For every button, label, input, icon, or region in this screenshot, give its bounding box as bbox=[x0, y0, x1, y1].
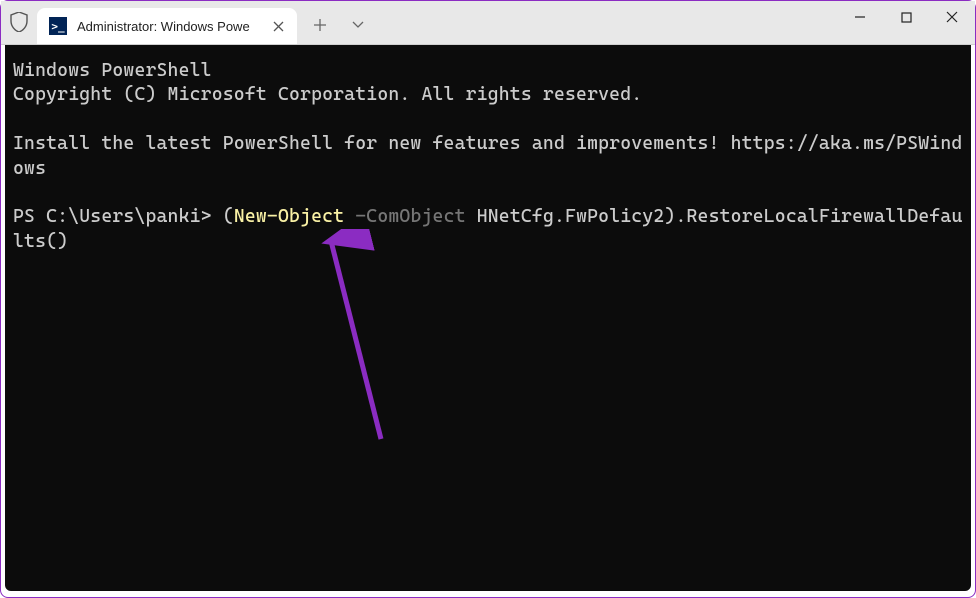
cmd-text bbox=[466, 206, 477, 227]
tab-powershell[interactable]: >_ Administrator: Windows Powe bbox=[37, 8, 297, 44]
window-controls bbox=[837, 1, 975, 37]
terminal-header-2: Copyright (C) Microsoft Corporation. All… bbox=[13, 84, 642, 105]
cmd-text bbox=[344, 206, 355, 227]
cmd-param: -ComObject bbox=[355, 206, 465, 227]
cmd-cmdlet: New-Object bbox=[234, 206, 344, 227]
maximize-button[interactable] bbox=[883, 1, 929, 33]
minimize-button[interactable] bbox=[837, 1, 883, 33]
shield-icon bbox=[1, 0, 37, 44]
close-tab-icon[interactable] bbox=[269, 17, 287, 35]
prompt: PS C:\Users\panki> bbox=[13, 206, 223, 227]
terminal-body[interactable]: Windows PowerShell Copyright (C) Microso… bbox=[5, 45, 971, 591]
cmd-text: ) bbox=[664, 206, 675, 227]
cmd-arg: HNetCfg.FwPolicy2 bbox=[477, 206, 665, 227]
terminal-header-1: Windows PowerShell bbox=[13, 60, 212, 81]
tab-title: Administrator: Windows Powe bbox=[77, 19, 259, 34]
close-window-button[interactable] bbox=[929, 1, 975, 33]
new-tab-button[interactable] bbox=[305, 10, 335, 40]
terminal-install-msg: Install the latest PowerShell for new fe… bbox=[13, 133, 962, 178]
powershell-icon: >_ bbox=[49, 17, 67, 35]
cmd-text: ( bbox=[223, 206, 234, 227]
tab-dropdown-button[interactable] bbox=[343, 10, 373, 40]
titlebar: >_ Administrator: Windows Powe bbox=[1, 1, 975, 45]
